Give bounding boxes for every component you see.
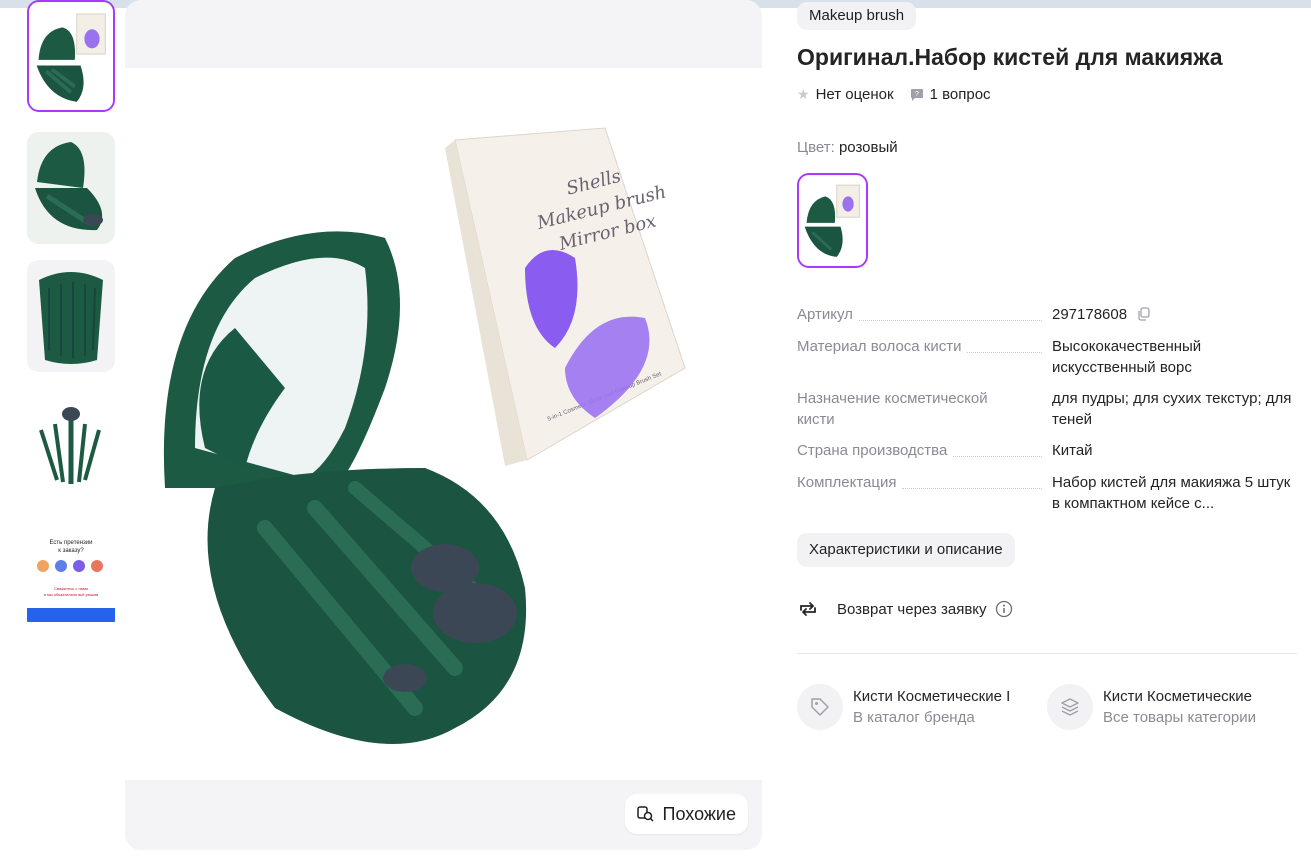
color-label: Цвет: розовый xyxy=(797,139,898,156)
spec-value: Высококачественный искусственный ворс xyxy=(1052,338,1202,376)
category-link[interactable]: Кисти Косметические Все товары категории xyxy=(1047,684,1297,730)
color-key: Цвет: xyxy=(797,139,835,156)
rating[interactable]: ★ Нет оценок xyxy=(797,86,894,103)
spec-key: Страна производства xyxy=(797,440,1042,461)
color-swatch-selected[interactable] xyxy=(797,173,868,268)
tag-icon-wrap xyxy=(797,684,843,730)
spec-value: Китай xyxy=(1052,442,1093,459)
rating-text: Нет оценок xyxy=(815,86,894,103)
svg-text:Есть претензии: Есть претензии xyxy=(50,540,93,546)
category-link-title: Кисти Косметические xyxy=(1103,688,1252,705)
category-link-subtitle: Все товары категории xyxy=(1103,709,1257,726)
spec-key: Материал волоса кисти xyxy=(797,336,1042,357)
article-number: 297178608 xyxy=(1052,306,1128,323)
thumbnail-2[interactable] xyxy=(27,132,115,244)
thumbnail-4[interactable] xyxy=(27,390,115,502)
svg-text:и мы обязательно всё решим: и мы обязательно всё решим xyxy=(44,592,99,597)
spec-row-contents: Комплектация Набор кистей для макияжа 5 … xyxy=(797,472,1297,514)
thumb-image-support-banner: Есть претензии к заказу? Свяжитесь с нам… xyxy=(27,520,115,632)
svg-text:?: ? xyxy=(915,91,919,98)
description-button[interactable]: Характеристики и описание xyxy=(797,533,1015,567)
brand-link-subtitle: В каталог бренда xyxy=(853,709,975,726)
questions-text: 1 вопрос xyxy=(929,86,991,103)
thumbnail-3[interactable] xyxy=(27,260,115,372)
main-product-photo[interactable]: Shells Makeup brush Mirror box 5-in-1 Co… xyxy=(125,0,762,850)
similar-button-label: Похожие xyxy=(662,803,736,824)
spec-key: Артикул xyxy=(797,304,1042,325)
return-arrows-icon xyxy=(800,602,816,616)
svg-text:Свяжитесь с нами: Свяжитесь с нами xyxy=(54,586,88,591)
similar-search-icon xyxy=(636,806,654,822)
brand-catalog-link[interactable]: Кисти Косметические I В каталог бренда xyxy=(797,684,1037,730)
brand-chip[interactable]: Makeup brush xyxy=(797,2,917,30)
tag-icon xyxy=(811,698,829,716)
spec-value: для пудры; для сухих текстур; для теней xyxy=(1052,390,1292,428)
layers-icon xyxy=(1061,698,1079,716)
spec-key: Назначение косметической кисти xyxy=(797,390,988,428)
thumb-image-brushes xyxy=(27,390,115,502)
similar-button[interactable]: Похожие xyxy=(624,794,748,834)
spec-key: Комплектация xyxy=(797,472,1042,493)
thumbnail-1[interactable] xyxy=(27,0,115,112)
divider xyxy=(797,653,1297,654)
spec-value: Набор кистей для макияжа 5 штук в компак… xyxy=(1052,474,1291,512)
product-meta: ★ Нет оценок ? 1 вопрос xyxy=(797,86,991,103)
thumb-image-shell-box xyxy=(29,2,113,110)
spec-row-purpose: Назначение косметической кисти для пудры… xyxy=(797,388,1297,430)
layers-icon-wrap xyxy=(1047,684,1093,730)
info-icon[interactable] xyxy=(995,600,1013,618)
copy-icon[interactable] xyxy=(1137,307,1151,321)
spec-row-material: Материал волоса кисти Высококачественный… xyxy=(797,336,1297,378)
thumbnail-5[interactable]: Есть претензии к заказу? Свяжитесь с нам… xyxy=(27,520,115,632)
svg-text:к заказу?: к заказу? xyxy=(58,548,84,554)
return-policy[interactable]: Возврат через заявку xyxy=(797,598,1013,620)
return-text: Возврат через заявку xyxy=(837,600,987,618)
thumb-image-shell-open xyxy=(27,132,115,244)
star-icon: ★ xyxy=(797,86,810,102)
swatch-image xyxy=(799,175,866,266)
spec-row-country: Страна производства Китай xyxy=(797,440,1297,461)
questions[interactable]: ? 1 вопрос xyxy=(910,86,991,103)
thumb-image-shell-closed xyxy=(27,260,115,372)
question-bubble-icon: ? xyxy=(910,88,923,101)
color-value: розовый xyxy=(838,139,898,156)
spec-value[interactable]: 297178608 xyxy=(1052,304,1297,325)
product-title: Оригинал.Набор кистей для макияжа xyxy=(797,44,1223,70)
photo-canvas: Shells Makeup brush Mirror box 5-in-1 Co… xyxy=(125,68,762,780)
product-illustration: Shells Makeup brush Mirror box 5-in-1 Co… xyxy=(125,68,762,780)
brand-link-title: Кисти Косметические I xyxy=(853,688,1011,705)
spec-row-article: Артикул 297178608 xyxy=(797,304,1297,325)
